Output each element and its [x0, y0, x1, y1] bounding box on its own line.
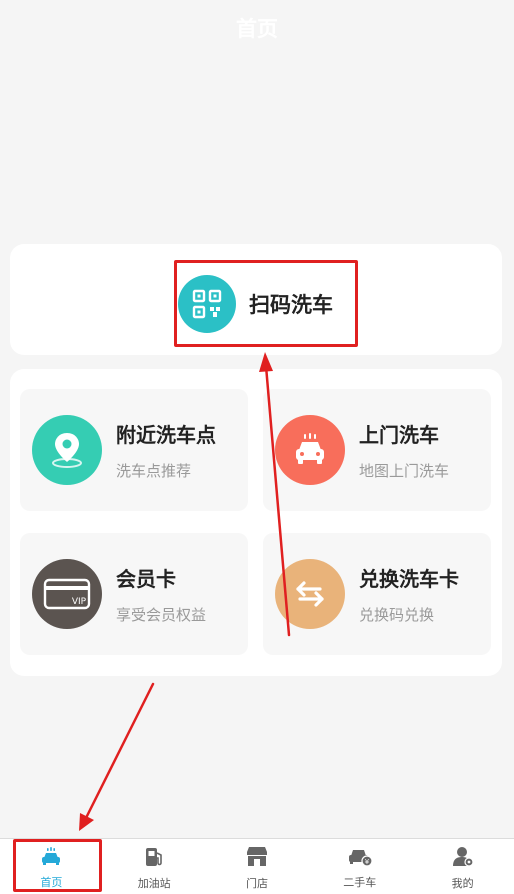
- tile-title: 附近洗车点: [116, 423, 216, 447]
- exchange-icon: [275, 559, 345, 629]
- tab-home[interactable]: 首页: [0, 839, 103, 894]
- tab-mine[interactable]: 我的: [411, 839, 514, 894]
- arrow-to-home-line: [82, 682, 155, 824]
- scan-wash-button[interactable]: 扫码洗车: [174, 260, 358, 347]
- vip-card-icon: VIP: [32, 559, 102, 629]
- tab-used-car[interactable]: ¥ 二手车: [308, 839, 411, 894]
- tile-member-card[interactable]: VIP 会员卡 享受会员权益: [20, 533, 248, 655]
- location-pin-icon: [32, 415, 102, 485]
- store-icon: [245, 846, 269, 872]
- services-grid: 附近洗车点 洗车点推荐 上门洗车 地图上门洗车 VIP 会员卡 享受会员权益 兑…: [10, 369, 502, 676]
- arrow-to-home-head: [79, 813, 94, 831]
- user-icon: [452, 846, 474, 872]
- page-title: 首页: [236, 17, 278, 41]
- tile-nearby-wash[interactable]: 附近洗车点 洗车点推荐: [20, 389, 248, 511]
- svg-text:VIP: VIP: [72, 597, 87, 607]
- tab-label: 我的: [451, 877, 474, 890]
- scan-wash-label: 扫码洗车: [249, 292, 333, 317]
- page-header: 首页: [0, 0, 514, 58]
- tab-store[interactable]: 门店: [206, 839, 309, 894]
- tab-label: 二手车: [343, 876, 377, 889]
- tab-label: 门店: [245, 877, 268, 890]
- car-wash-home-icon: [40, 847, 62, 871]
- qr-code-icon: [178, 274, 236, 333]
- tile-home-wash[interactable]: 上门洗车 地图上门洗车: [263, 389, 491, 511]
- tile-title: 兑换洗车卡: [359, 567, 459, 591]
- tab-label: 加油站: [137, 877, 171, 890]
- tile-subtitle: 兑换码兑换: [359, 606, 435, 624]
- tile-title: 会员卡: [116, 567, 176, 591]
- tab-label: 首页: [40, 876, 63, 889]
- tile-subtitle: 洗车点推荐: [116, 462, 192, 480]
- tile-title: 上门洗车: [359, 423, 439, 447]
- car-wash-icon: [275, 415, 345, 485]
- gas-pump-icon: [143, 846, 165, 872]
- bottom-tab-bar: 首页 加油站 门店 ¥ 二手车 我的: [0, 838, 514, 894]
- tile-subtitle: 享受会员权益: [116, 606, 207, 624]
- tile-subtitle: 地图上门洗车: [359, 462, 450, 480]
- svg-text:¥: ¥: [365, 858, 370, 866]
- used-car-icon: ¥: [347, 847, 373, 871]
- tab-gas-station[interactable]: 加油站: [103, 839, 206, 894]
- tile-redeem-card[interactable]: 兑换洗车卡 兑换码兑换: [263, 533, 491, 655]
